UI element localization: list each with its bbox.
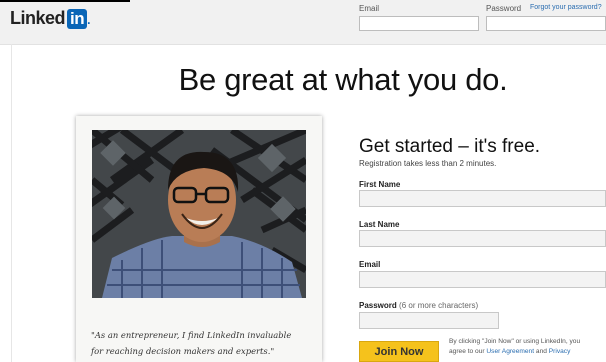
password-label-text: Password	[359, 301, 397, 310]
first-name-input[interactable]	[359, 190, 606, 207]
header-password-label: Password	[486, 4, 522, 13]
top-rule	[0, 0, 130, 2]
quote-line-1: "As an entrepreneur, I find LinkedIn inv…	[91, 330, 292, 340]
email-label: Email	[359, 260, 381, 269]
signup-title: Get started – it's free.	[359, 136, 541, 157]
linkedin-logo[interactable]: Linked in.	[10, 8, 90, 29]
member-photo	[92, 130, 306, 298]
terms-and-text: and	[535, 348, 547, 355]
logo-wordmark: Linked	[10, 8, 66, 28]
last-name-input[interactable]	[359, 230, 606, 247]
terms-line-1: By clicking "Join Now" or using LinkedIn…	[449, 338, 581, 345]
password-hint: (6 or more characters)	[399, 301, 479, 310]
logo-in-badge: in	[67, 9, 88, 29]
header-password-input[interactable]	[486, 16, 606, 31]
email-input[interactable]	[359, 271, 606, 288]
header-email-input[interactable]	[359, 16, 479, 31]
join-now-button[interactable]: Join Now	[359, 341, 439, 362]
password-label: Password (6 or more characters)	[359, 301, 478, 310]
quote-line-2: for reaching decision makers and experts…	[91, 346, 275, 356]
user-agreement-link[interactable]: User Agreement	[486, 348, 534, 355]
header-email-label: Email	[359, 4, 380, 13]
terms-agree-text: agree to our	[449, 348, 485, 355]
terms-line-2: agree to our User Agreement and Privacy	[449, 347, 606, 357]
member-photo-illustration	[92, 130, 306, 298]
privacy-link[interactable]: Privacy	[549, 348, 571, 355]
logo-dot: .	[87, 13, 90, 27]
signup-subtitle: Registration takes less than 2 minutes.	[359, 159, 497, 168]
password-input[interactable]	[359, 312, 499, 329]
member-quote: "As an entrepreneur, I find LinkedIn inv…	[91, 327, 321, 359]
terms-text: By clicking "Join Now" or using LinkedIn…	[449, 337, 606, 357]
hero-headline-text: Be great at what you do.	[178, 62, 508, 97]
hero-headline: Be great at what you do.	[0, 62, 606, 98]
last-name-label: Last Name	[359, 220, 400, 229]
forgot-password-link[interactable]: Forgot your password?	[530, 4, 602, 11]
first-name-label: First Name	[359, 180, 401, 189]
